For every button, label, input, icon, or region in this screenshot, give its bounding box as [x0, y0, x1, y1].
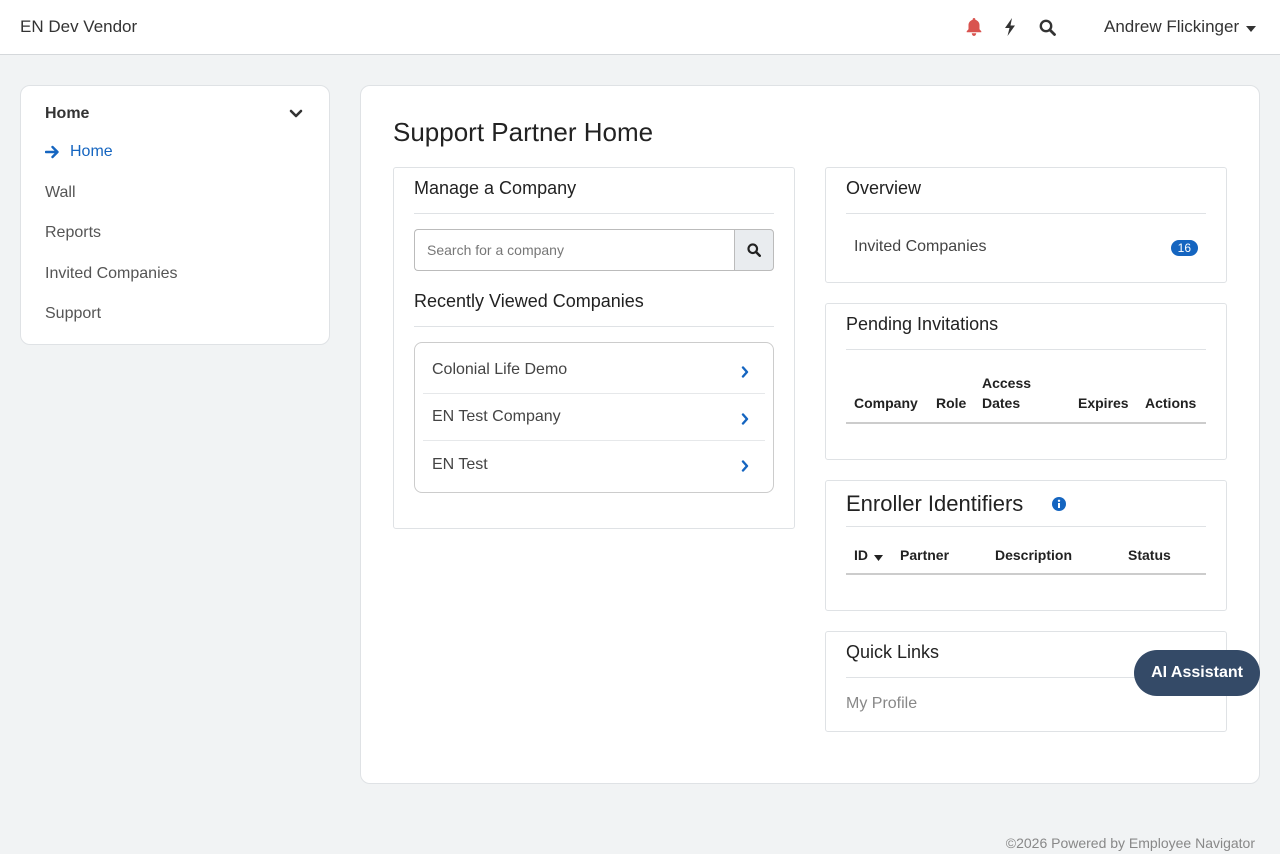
- chevron-right-icon: [741, 365, 749, 383]
- my-profile-link[interactable]: My Profile: [846, 695, 917, 713]
- main-panel: Support Partner Home Manage a Company Re…: [360, 85, 1260, 784]
- sidebar-item-label: Reports: [45, 224, 102, 241]
- column-header-status[interactable]: Status: [1128, 545, 1171, 565]
- ai-assistant-button[interactable]: AI Assistant: [1134, 650, 1260, 696]
- column-header-description[interactable]: Description: [995, 545, 1072, 565]
- chevron-down-icon[interactable]: [289, 106, 303, 124]
- divider: [846, 213, 1206, 214]
- user-name: Andrew Flickinger: [1104, 17, 1240, 36]
- sidebar-item-support[interactable]: Support: [45, 305, 101, 323]
- column-header-partner[interactable]: Partner: [900, 545, 949, 565]
- list-item[interactable]: Colonial Life Demo: [423, 347, 765, 394]
- company-name: EN Test Company: [432, 408, 561, 425]
- search-icon: [747, 243, 761, 257]
- table-header-rule: [846, 573, 1206, 575]
- sidebar-item-label: Home: [70, 143, 113, 160]
- column-header-access-dates[interactable]: Access Dates: [982, 373, 1031, 413]
- company-search: [414, 229, 774, 271]
- column-header-expires[interactable]: Expires: [1078, 393, 1129, 413]
- divider: [846, 349, 1206, 350]
- company-search-input[interactable]: [414, 229, 734, 271]
- column-header-role[interactable]: Role: [936, 393, 966, 413]
- row-label: Invited Companies: [854, 238, 987, 255]
- manage-company-card: Manage a Company Recently Viewed Compani…: [393, 167, 795, 529]
- company-search-button[interactable]: [734, 229, 774, 271]
- column-header-label: ID: [854, 547, 868, 563]
- pending-invitations-card: Pending Invitations Company Role Access …: [825, 303, 1227, 460]
- arrow-right-icon: [45, 145, 60, 159]
- column-header-company[interactable]: Company: [854, 393, 918, 413]
- divider: [414, 213, 774, 214]
- company-name: Colonial Life Demo: [432, 361, 568, 378]
- count-badge: 16: [1170, 240, 1198, 256]
- card-title: Overview: [846, 178, 922, 198]
- company-name: EN Test: [432, 455, 488, 473]
- sidebar-item-home[interactable]: Home: [45, 143, 113, 161]
- card-title: Quick Links: [846, 642, 940, 662]
- info-icon[interactable]: [1052, 497, 1066, 516]
- sidebar: Home Home Wall Reports Invited Companies…: [20, 85, 330, 345]
- recent-companies-title: Recently Viewed Companies: [414, 291, 644, 311]
- search-icon[interactable]: [1037, 17, 1057, 37]
- sidebar-item-wall[interactable]: Wall: [45, 184, 76, 202]
- bolt-icon[interactable]: [1000, 17, 1020, 37]
- card-title: Pending Invitations: [846, 314, 999, 334]
- chevron-right-icon: [741, 459, 749, 477]
- column-header-id[interactable]: ID: [854, 545, 883, 565]
- sidebar-item-invited-companies[interactable]: Invited Companies: [45, 265, 178, 283]
- sidebar-item-label: Wall: [45, 184, 76, 201]
- divider: [846, 526, 1206, 527]
- brand-name[interactable]: EN Dev Vendor: [20, 17, 137, 37]
- sidebar-item-label: Invited Companies: [45, 265, 178, 282]
- caret-down-icon: [1246, 17, 1257, 37]
- recent-companies-list: Colonial Life Demo EN Test Company EN Te…: [414, 342, 774, 493]
- invited-companies-row[interactable]: Invited Companies 16: [854, 238, 1198, 256]
- chevron-right-icon: [741, 412, 749, 430]
- divider: [414, 326, 774, 327]
- table-header-rule: [846, 422, 1206, 424]
- sidebar-header[interactable]: Home: [45, 105, 89, 123]
- list-item[interactable]: EN Test Company: [423, 394, 765, 441]
- bell-icon[interactable]: [964, 17, 984, 37]
- overview-card: Overview Invited Companies 16: [825, 167, 1227, 283]
- sort-down-icon: [874, 554, 883, 561]
- card-title: Enroller Identifiers: [846, 491, 1024, 516]
- page-title: Support Partner Home: [393, 117, 654, 147]
- list-item[interactable]: EN Test: [423, 441, 765, 488]
- user-menu[interactable]: Andrew Flickinger: [1104, 17, 1257, 37]
- sidebar-item-label: Support: [45, 305, 102, 322]
- card-title: Manage a Company: [414, 178, 577, 198]
- footer-copyright: ©2026 Powered by Employee Navigator: [1005, 835, 1255, 851]
- top-navbar: EN Dev Vendor Andrew Flickinger: [0, 0, 1280, 55]
- column-header-actions[interactable]: Actions: [1145, 393, 1196, 413]
- enroller-identifiers-card: Enroller Identifiers ID Partner Descript…: [825, 480, 1227, 611]
- sidebar-item-reports[interactable]: Reports: [45, 224, 101, 242]
